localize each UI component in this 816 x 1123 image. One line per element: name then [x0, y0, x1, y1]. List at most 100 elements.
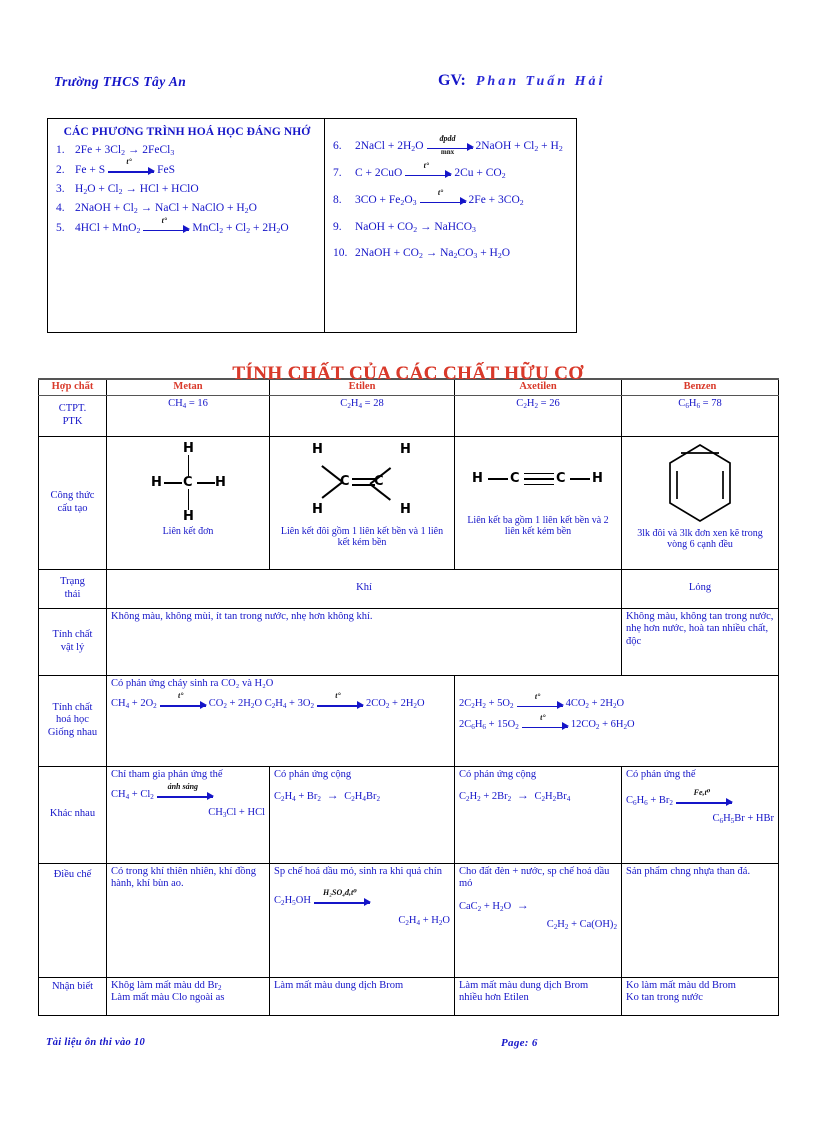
equation-item: 3. H2O + Cl2 → HCl + HClO	[56, 183, 318, 196]
row-label-khacnhau: Khác nhau	[38, 765, 107, 864]
condition-arrow-icon: Fe,t⁰	[675, 789, 733, 808]
equation-body: 2Cu + CO2	[454, 167, 506, 181]
cell-ctpt-metan: CH4 = 16	[106, 394, 270, 437]
condition-arrow-icon: t°	[108, 158, 156, 177]
cell-trangthai-khi: Khí	[106, 568, 622, 609]
equation-item: 10. 2NaOH + CO2 → Na2CO3 + H2O	[333, 247, 570, 260]
caption-axetilen-bond: Liên kết ba gồm 1 liên kết bền và 2 liên…	[467, 514, 609, 538]
document-page: Trường THCS Tây An GV: Phan Tuấn Hải CÁC…	[0, 0, 816, 1123]
equation-body: 2C6H6 + 15O2	[459, 719, 519, 732]
equation-body: 12CO2 + 6H2O	[570, 719, 635, 732]
equation-item: 1. 2Fe + 3Cl2 → 2FeCl3	[56, 144, 318, 157]
atom-h: H	[592, 470, 603, 486]
equation-item: 7. C + 2CuO t° 2Cu + CO2	[332, 162, 570, 181]
equation-body: CH4 + 2O2	[111, 697, 157, 710]
cell-dieuche-axetilen: Cho đất đèn + nước, sp chế hoá dầu mỏ Ca…	[454, 862, 622, 978]
cell-ctpt-benzen: C6H6 = 78	[621, 394, 779, 437]
cell-ctpt-axetilen: C2H2 = 26	[454, 394, 622, 437]
footer-page-number: Page: 6	[501, 1037, 538, 1049]
equations-box: CÁC PHƯƠNG TRÌNH HOÁ HỌC ĐÁNG NHỚ 1. 2Fe…	[47, 118, 577, 333]
hoahoc-equation: CH4 + 2O2 t° CO2 + 2H2O	[111, 692, 262, 711]
cell-khacnhau-etilen: Có phản ứng cộng C2H4 + Br2 → C2H4Br2	[269, 765, 455, 864]
equation-body: 2NaOH + Cl2 → NaCl + NaClO + H2O	[75, 202, 257, 216]
equation-item: 5. 4HCl + MnO2 t° MnCl2 + Cl2 + 2H2O	[56, 216, 318, 236]
table-row: Khác nhau Chỉ tham gia phản ứng thế CH4 …	[38, 765, 779, 864]
equation-number: 7.	[332, 167, 342, 180]
atom-h: H	[400, 441, 411, 457]
cell-nhanbiet-metan: Khôg làm mất màu dd Br2 Làm mất màu Clo …	[106, 976, 270, 1016]
khacnhau-metan-title: Chỉ tham gia phản ứng thế	[111, 768, 223, 780]
arrow-condition-label: t°	[335, 691, 341, 701]
atom-c: C	[183, 474, 193, 490]
atom-h: H	[183, 440, 194, 456]
page-header: Trường THCS Tây An GV: Phan Tuấn Hải	[48, 72, 768, 100]
equations-left-column: CÁC PHƯƠNG TRÌNH HOÁ HỌC ĐÁNG NHỚ 1. 2Fe…	[48, 119, 325, 332]
equation-body: H2O + Cl2 → HCl + HClO	[75, 183, 199, 197]
cell-dieuche-metan: Có trong khí thiên nhiên, khí đồng hành,…	[106, 862, 270, 978]
equation-body: C2H5OH	[274, 894, 311, 907]
equation-body: 2NaOH + CO2 → Na2CO3 + H2O	[354, 247, 511, 261]
acetylene-structure-diagram: H C C H	[468, 465, 608, 495]
hoahoc-equation: 2C6H6 + 15O2 t° 12CO2 + 6H2O	[459, 713, 635, 733]
dieuche-axetilen-product: C2H2 + Ca(OH)2	[546, 919, 617, 932]
caption-etilen-bond: Liên kết đôi gồm 1 liên kết bền và 1 liê…	[280, 525, 444, 549]
cell-dieuche-benzen: Sản phẩm chng nhựa than đá.	[621, 862, 779, 978]
cell-structure-etilen: C C H H H H Liên kết đôi gồm 1 liên kết …	[269, 435, 455, 570]
cell-structure-benzen: 3lk đôi và 3lk đơn xen kẽ trong vòng 6 c…	[621, 435, 779, 570]
table-row: Điều chế Có trong khí thiên nhiên, khí đ…	[38, 862, 779, 978]
row-label-vatly: Tính chất vật lý	[38, 607, 107, 676]
cell-nhanbiet-benzen: Ko làm mất màu dd Brom Ko tan trong nước	[621, 976, 779, 1016]
methane-structure-diagram: C H H H H	[140, 441, 236, 523]
arrow-condition-label: H₂SO₄đ,t⁰	[323, 888, 357, 898]
equation-body: 2C2H2 + 5O2	[459, 698, 514, 711]
cell-structure-axetilen: H C C H Liên kết ba gồm 1 liên kết bền v…	[454, 435, 622, 570]
cell-nhanbiet-etilen: Làm mất màu dung dịch Brom	[269, 976, 455, 1016]
nhanbiet-metan-line1: Khôg làm mất màu dd Br2	[111, 979, 222, 992]
khacnhau-etilen-equation: C2H4 + Br2 → C2H4Br2	[274, 788, 381, 804]
atom-h: H	[400, 501, 411, 517]
teacher-info: GV: Phan Tuấn Hải	[438, 72, 605, 90]
equation-body: Fe + S	[75, 163, 106, 176]
atom-h: H	[472, 470, 483, 486]
equation-number: 1.	[56, 144, 65, 156]
row-label-ctpt: CTPT. PTK	[38, 394, 107, 437]
arrow-condition-label: t°	[437, 188, 444, 197]
cell-trangthai-long: Lỏng	[621, 568, 779, 609]
equation-number: 5.	[56, 222, 65, 235]
dieuche-axetilen-equation: CaC2 + H2O →	[459, 897, 529, 913]
row-label-nhanbiet: Nhận biết	[38, 976, 107, 1016]
school-name: Trường THCS Tây An	[54, 74, 187, 89]
hoahoc-equation: 2C2H2 + 5O2 t° 4CO2 + 2H2O	[459, 692, 624, 712]
caption-metan-bond: Liên kết đơn	[162, 525, 214, 537]
cell-vatly-benzen: Không màu, không tan trong nước, nhẹ hơn…	[621, 607, 779, 676]
equation-body: 4HCl + MnO2	[75, 222, 141, 236]
khacnhau-metan-equation: CH4 + Cl2 ánh sáng	[111, 783, 216, 802]
cell-ctpt-etilen: C2H4 = 28	[269, 394, 455, 437]
equations-right-column: 6. 2NaCl + 2H2O đpdd mnx 2NaOH + Cl2 + H…	[325, 119, 576, 332]
equation-body: C2H4 + 3O2	[264, 697, 314, 710]
nhanbiet-axetilen-line2: nhiều hơn Etilen	[459, 992, 529, 1004]
footer-document-title: Tài liệu ôn thi vào 10	[46, 1037, 146, 1048]
table-row: Tính chất vật lý Không màu, không mùi, ít…	[38, 607, 779, 676]
row-label-trangthai: Trạng thái	[38, 568, 107, 609]
arrow-condition-label: t°	[423, 161, 430, 170]
nhanbiet-benzen-line1: Ko làm mất màu dd Brom	[626, 979, 736, 991]
nhanbiet-metan-line2: Làm mất màu Clo ngoài as	[111, 992, 225, 1004]
equation-body: C6H6 + Br2	[626, 794, 673, 807]
equation-item: 6. 2NaCl + 2H2O đpdd mnx 2NaOH + Cl2 + H…	[333, 135, 570, 156]
row-label-cautao: Công thức cấu tạo	[38, 435, 107, 570]
cell-dieuche-etilen: Sp chế hoá dầu mỏ, sinh ra khi quả chín …	[269, 862, 455, 978]
condition-arrow-icon: ánh sáng	[156, 783, 214, 802]
equation-body: 3CO + Fe2O3	[354, 194, 417, 208]
atom-h: H	[312, 441, 323, 457]
equation-body: 2Fe + 3Cl2 → 2FeCl3	[75, 144, 175, 158]
equation-body: MnCl2 + Cl2 + 2H2O	[192, 222, 289, 236]
khacnhau-benzen-product: C6H5Br + HBr	[712, 813, 775, 826]
cell-khacnhau-axetilen: Có phản ứng cộng C2H2 + 2Br2 → C2H2Br4	[454, 765, 622, 864]
nhanbiet-axetilen-line1: Làm mất màu dung dịch Brom	[459, 979, 589, 991]
table-row: Trạng thái Khí Lỏng	[38, 568, 779, 609]
arrow-condition-label: t°	[540, 712, 546, 722]
row-label-dieuche: Điều chế	[38, 862, 107, 978]
equations-title: CÁC PHƯƠNG TRÌNH HOÁ HỌC ĐÁNG NHỚ	[63, 126, 311, 138]
cell-vatly-khi: Không màu, không mùi, ít tan trong nước,…	[106, 607, 622, 676]
